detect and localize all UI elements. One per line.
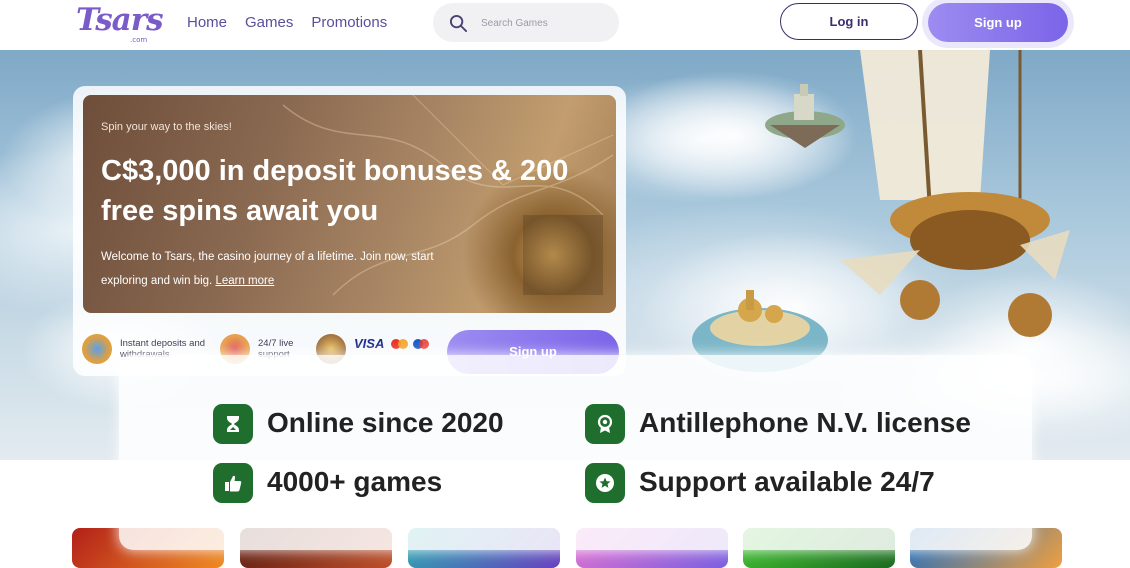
hourglass-icon — [213, 404, 253, 444]
login-button[interactable]: Log in — [780, 3, 918, 40]
mastercard-icon — [398, 339, 408, 349]
nav-promotions[interactable]: Promotions — [311, 14, 387, 31]
thumbs-up-icon — [213, 463, 253, 503]
airship-image — [840, 50, 1070, 337]
logo-text: Tsars — [76, 2, 164, 38]
search-icon — [449, 14, 468, 33]
site-header: Tsars .com Home Games Promotions Log in … — [0, 0, 1130, 50]
main-nav: Home Games Promotions — [187, 14, 387, 31]
tsars-logo[interactable]: Tsars .com — [76, 2, 164, 46]
signup-button[interactable]: Sign up — [928, 3, 1068, 42]
maestro-icon — [419, 339, 429, 349]
certificate-icon — [585, 404, 625, 444]
promo-card: Spin your way to the skies! C$3,000 in d… — [83, 95, 616, 313]
learn-more-link[interactable]: Learn more — [215, 275, 274, 287]
info-label: 4000+ games — [267, 466, 443, 497]
promo-description: Welcome to Tsars, the casino journey of … — [101, 245, 481, 293]
promo-kicker: Spin your way to the skies! — [101, 121, 232, 133]
info-label: Support available 24/7 — [639, 466, 935, 497]
visa-logo: VISA — [354, 336, 385, 351]
logo-subtext: .com — [130, 36, 148, 44]
info-label: Antillephone N.V. license — [639, 407, 971, 438]
info-label: Online since 2020 — [267, 407, 504, 438]
star-icon — [585, 463, 625, 503]
nav-games[interactable]: Games — [245, 14, 293, 31]
search-input[interactable] — [479, 13, 613, 33]
lightning-icon — [82, 334, 112, 364]
nav-home[interactable]: Home — [187, 14, 227, 31]
site-info-panel: Online since 2020 Antillephone N.V. lice… — [119, 355, 1032, 550]
promo-headline: C$3,000 in deposit bonuses & 200 free sp… — [101, 155, 569, 227]
search-box[interactable] — [433, 3, 619, 42]
